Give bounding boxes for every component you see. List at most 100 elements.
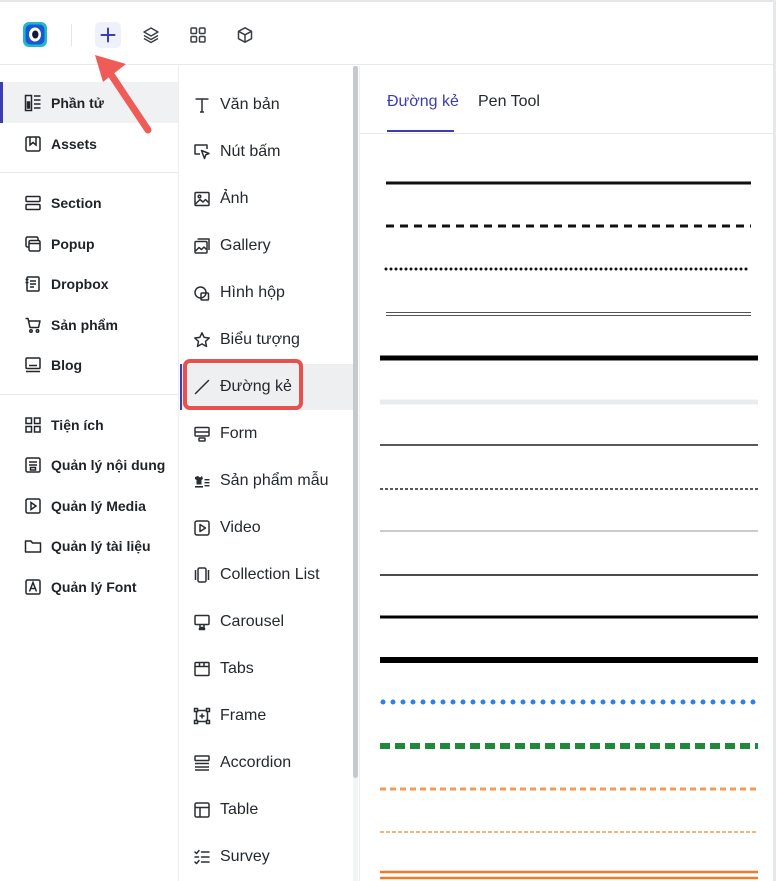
element-item-gallery[interactable]: Gallery <box>180 223 354 269</box>
element-label: Video <box>220 519 261 536</box>
element-item-anh[interactable]: Ảnh <box>180 176 354 222</box>
tab-pen-tool[interactable]: Pen Tool <box>478 93 540 111</box>
dropbox-icon <box>23 274 42 293</box>
video-icon <box>192 518 212 538</box>
shape-icon <box>192 283 212 303</box>
button-cursor-icon <box>192 142 212 162</box>
popup-icon <box>23 234 42 253</box>
element-item-collection-list[interactable]: Collection List <box>180 552 354 598</box>
sidebar-item-dropbox[interactable]: Dropbox <box>0 263 178 304</box>
element-label: Biểu tượng <box>220 331 300 348</box>
star-icon <box>192 330 212 350</box>
app-logo[interactable] <box>22 21 48 48</box>
sidebar-item-popup[interactable]: Popup <box>0 223 178 264</box>
element-label: Form <box>220 425 258 442</box>
tabs-icon <box>192 659 212 679</box>
panel-tabs: Đường kẻ Pen Tool <box>360 66 776 134</box>
bookmark-icon <box>23 134 42 153</box>
sidebar-item-label: Quản lý nội dung <box>51 456 166 473</box>
element-label: Carousel <box>220 613 285 630</box>
sidebar-item-quan-ly-noi-dung[interactable]: Quản lý nội dung <box>0 444 178 485</box>
sidebar-item-quan-ly-media[interactable]: Quản lý Media <box>0 485 178 526</box>
utilities-icon <box>23 415 42 434</box>
sidebar-item-label: Quản lý Media <box>51 497 146 514</box>
element-item-tabs[interactable]: Tabs <box>180 646 354 692</box>
sidebar-item-label: Tiện ích <box>51 416 104 433</box>
line-preset-double-thin[interactable] <box>386 312 751 316</box>
elements-icon <box>23 93 42 112</box>
sidebar-item-label: Sản phẩm <box>51 316 118 333</box>
table-icon <box>192 800 212 820</box>
element-item-table[interactable]: Table <box>180 787 354 833</box>
element-item-nut-bam[interactable]: Nút bấm <box>180 129 354 175</box>
content-manager-icon <box>23 455 42 474</box>
sidebar-item-tien-ich[interactable]: Tiện ích <box>0 404 178 445</box>
media-manager-icon <box>23 496 42 515</box>
carousel-icon <box>192 612 212 632</box>
grid-button[interactable] <box>185 22 211 48</box>
element-item-survey[interactable]: Survey <box>180 834 354 880</box>
element-item-video[interactable]: Video <box>180 505 354 551</box>
element-label: Table <box>220 801 259 818</box>
font-icon <box>23 577 42 596</box>
accordion-icon <box>192 753 212 773</box>
sidebar-divider <box>0 172 178 173</box>
cart-icon <box>23 315 42 334</box>
element-item-form[interactable]: Form <box>180 411 354 457</box>
sidebar-item-label: Quản lý tài liệu <box>51 537 151 554</box>
element-item-bieu-tuong[interactable]: Biểu tượng <box>180 317 354 363</box>
grid-icon <box>189 26 207 44</box>
blog-icon <box>23 355 42 374</box>
duong-ke-highlight-box <box>183 359 303 410</box>
element-item-accordion[interactable]: Accordion <box>180 740 354 786</box>
sidebar-divider <box>0 394 178 395</box>
sidebar-item-section[interactable]: Section <box>0 182 178 223</box>
image-icon <box>192 189 212 209</box>
element-item-frame[interactable]: Frame <box>180 693 354 739</box>
collection-icon <box>192 565 212 585</box>
sidebar-item-quan-ly-tai-lieu[interactable]: Quản lý tài liệu <box>0 525 178 566</box>
pointer-arrow-annotation <box>95 55 152 134</box>
element-item-van-ban[interactable]: Văn bản <box>180 82 354 128</box>
elements-list-scrollbar-thumb[interactable] <box>353 66 358 778</box>
element-label: Sản phẩm mẫu <box>220 472 329 489</box>
form-icon <box>192 424 212 444</box>
sidebar-item-quan-ly-font[interactable]: Quản lý Font <box>0 566 178 607</box>
element-label: Accordion <box>220 754 292 771</box>
gallery-icon <box>192 236 212 256</box>
sidebar-item-blog[interactable]: Blog <box>0 344 178 385</box>
frame-icon <box>192 706 212 726</box>
add-element-button[interactable] <box>95 22 121 48</box>
active-tab-indicator <box>387 130 454 132</box>
element-label: Văn bản <box>220 96 280 113</box>
element-item-carousel[interactable]: Carousel <box>180 599 354 645</box>
toolbar-divider <box>71 24 72 46</box>
element-label: Tabs <box>220 660 254 677</box>
element-label: Frame <box>220 707 267 724</box>
package-icon <box>236 26 254 44</box>
add-icon <box>100 27 116 43</box>
survey-icon <box>192 847 212 867</box>
layers-button[interactable] <box>138 22 164 48</box>
element-label: Hình hộp <box>220 284 285 301</box>
line-preset-double-orange[interactable] <box>380 870 758 880</box>
sidebar-item-label: Section <box>51 194 102 211</box>
folder-icon <box>23 536 42 555</box>
package-button[interactable] <box>232 22 258 48</box>
line-presets <box>380 181 761 880</box>
element-item-san-pham-mau[interactable]: Sản phẩm mẫu <box>180 458 354 504</box>
tab-duong-ke[interactable]: Đường kẻ <box>387 93 459 111</box>
sidebar-item-label: Popup <box>51 235 95 252</box>
layers-icon <box>142 26 160 44</box>
element-label: Collection List <box>220 566 320 583</box>
sidebar-item-label: Blog <box>51 356 83 373</box>
elements-list: Văn bản Nút bấm Ảnh Gallery Hình hộp Biể… <box>180 66 358 881</box>
product-sample-icon <box>192 471 212 491</box>
sidebar-item-label: Dropbox <box>51 275 109 292</box>
left-sidebar: Phần tử Assets Section Popup Dropbox Sản… <box>0 66 179 881</box>
element-item-hinh-hop[interactable]: Hình hộp <box>180 270 354 316</box>
element-label: Nút bấm <box>220 143 281 160</box>
section-icon <box>23 193 42 212</box>
element-label: Survey <box>220 848 270 865</box>
sidebar-item-san-pham[interactable]: Sản phẩm <box>0 304 178 345</box>
